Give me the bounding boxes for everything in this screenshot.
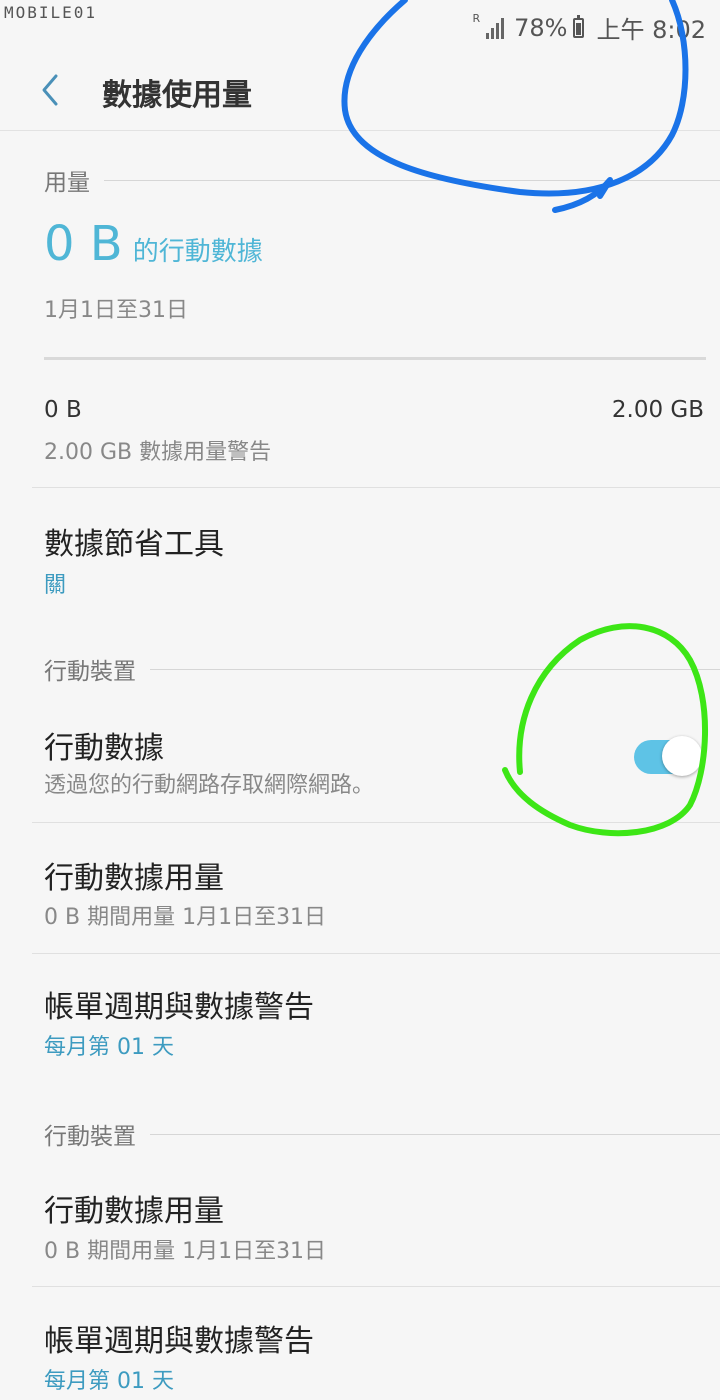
mobile-data-subtitle: 透過您的行動網路存取網際網路。: [44, 773, 375, 798]
section-divider-line: [104, 179, 720, 181]
chevron-left-icon: [42, 74, 58, 106]
usage-date-range: 1月1日至31日: [44, 298, 188, 323]
billing-cycle-subtitle: 每月第 01 天: [44, 1035, 174, 1060]
billing-cycle-title: 帳單週期與數據警告: [44, 990, 314, 1025]
mobile-section-label-2: 行動裝置: [44, 1124, 136, 1150]
mobile-data-toggle[interactable]: [634, 736, 702, 776]
back-button[interactable]: [30, 66, 74, 110]
mobile-data-title: 行動數據: [44, 731, 164, 766]
toggle-knob: [662, 736, 702, 776]
battery-percent: 78%: [514, 13, 568, 42]
app-header: 數據使用量: [0, 48, 720, 131]
battery-icon: [573, 14, 585, 38]
usage-section-label: 用量: [44, 170, 90, 196]
usage-amount-value: 0 B: [44, 216, 123, 272]
page-title: 數據使用量: [102, 78, 252, 113]
section-divider-line: [150, 1133, 720, 1135]
divider: [32, 953, 720, 954]
divider: [32, 1286, 720, 1287]
signal-icon: [486, 17, 505, 39]
usage-section-header: 用量: [44, 163, 720, 197]
usage-amount: 0 B 的行動數據: [44, 216, 263, 272]
usage-warning-text: 2.00 GB 數據用量警告: [44, 440, 272, 465]
mobile-section-label: 行動裝置: [44, 659, 136, 685]
usage-amount-suffix: 的行動數據: [132, 237, 263, 267]
mobile-usage-subtitle-2: 0 B 期間用量 1月1日至31日: [44, 1239, 327, 1264]
usage-limit-min: 0 B: [44, 397, 82, 423]
usage-progress-bar: [44, 357, 706, 360]
status-bar: MOBILE01 R 78% 上午 8:02: [0, 0, 720, 48]
data-saver-status: 關: [44, 573, 67, 598]
mobile-section-header: 行動裝置: [44, 652, 720, 686]
billing-cycle-subtitle-2: 每月第 01 天: [44, 1369, 174, 1394]
watermark: MOBILE01: [4, 3, 98, 22]
mobile-section-header-2: 行動裝置: [44, 1117, 720, 1151]
billing-cycle-title-2: 帳單週期與數據警告: [44, 1324, 314, 1359]
divider: [32, 487, 720, 488]
mobile-usage-title: 行動數據用量: [44, 861, 224, 896]
divider: [32, 822, 720, 823]
usage-limit-max: 2.00 GB: [611, 397, 704, 423]
mobile-usage-title-2: 行動數據用量: [44, 1194, 224, 1229]
status-indicators: R 78% 上午 8:02: [472, 10, 706, 45]
mobile-usage-subtitle: 0 B 期間用量 1月1日至31日: [44, 905, 327, 930]
section-divider-line: [150, 668, 720, 670]
data-saver-title: 數據節省工具: [44, 527, 224, 562]
clock: 上午 8:02: [596, 16, 706, 44]
roaming-indicator: R: [472, 12, 481, 25]
